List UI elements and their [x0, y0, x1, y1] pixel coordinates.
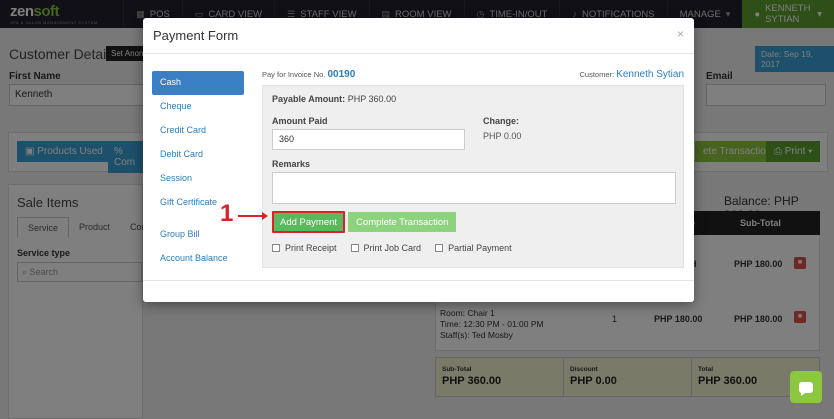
payment-details: Pay for Invoice No. 00190 Customer: Kenn…	[262, 66, 684, 268]
cash-payment-box: Payable Amount: PHP 360.00 Amount Paid 3…	[262, 85, 684, 268]
payment-form-modal: Payment Form × Cash Cheque Credit Card D…	[143, 18, 694, 302]
partial-payment-checkbox[interactable]: Partial Payment	[435, 243, 512, 253]
remarks-textarea[interactable]	[272, 172, 676, 204]
checkbox-icon	[350, 244, 359, 252]
payment-method-session[interactable]: Session	[152, 167, 244, 191]
annotation-arrow-icon	[238, 212, 268, 220]
customer-label: Customer:	[579, 69, 615, 79]
add-payment-button[interactable]: Add Payment	[272, 211, 346, 233]
checkbox-icon	[435, 244, 444, 252]
change-label: Change:	[483, 116, 519, 126]
customer-name-link[interactable]: Kenneth Sytian	[616, 69, 684, 80]
payment-method-debit-card[interactable]: Debit Card	[152, 143, 244, 167]
invoice-label: Pay for Invoice No.	[262, 69, 326, 79]
checkbox-icon	[272, 244, 280, 252]
complete-transaction-button[interactable]: Complete Transaction	[348, 212, 457, 232]
amount-paid-label: Amount Paid	[272, 116, 328, 126]
payable-amount: Payable Amount: PHP 360.00	[272, 94, 397, 104]
payment-method-credit-card[interactable]: Credit Card	[152, 119, 244, 143]
annotation-step-number: 1	[220, 200, 234, 227]
invoice-number[interactable]: 00190	[327, 69, 355, 80]
print-receipt-checkbox[interactable]: Print Receipt	[272, 243, 337, 253]
close-icon[interactable]: ×	[677, 27, 684, 41]
modal-title: Payment Form	[153, 28, 239, 43]
remarks-label: Remarks	[272, 159, 311, 169]
invoice-line: Pay for Invoice No. 00190 Customer: Kenn…	[262, 66, 684, 82]
modal-header: Payment Form ×	[143, 18, 694, 54]
print-job-card-checkbox[interactable]: Print Job Card	[350, 243, 421, 253]
change-value: PHP 0.00	[483, 131, 522, 141]
chat-icon	[799, 381, 813, 396]
chat-button[interactable]	[790, 371, 822, 403]
payment-method-menu: Cash Cheque Credit Card Debit Card Sessi…	[152, 71, 244, 271]
payment-method-cash[interactable]: Cash	[152, 71, 244, 95]
payment-method-account-balance[interactable]: Account Balance	[152, 247, 244, 271]
amount-paid-input[interactable]: 360	[272, 129, 465, 150]
payment-method-cheque[interactable]: Cheque	[152, 95, 244, 119]
modal-footer	[143, 280, 694, 281]
